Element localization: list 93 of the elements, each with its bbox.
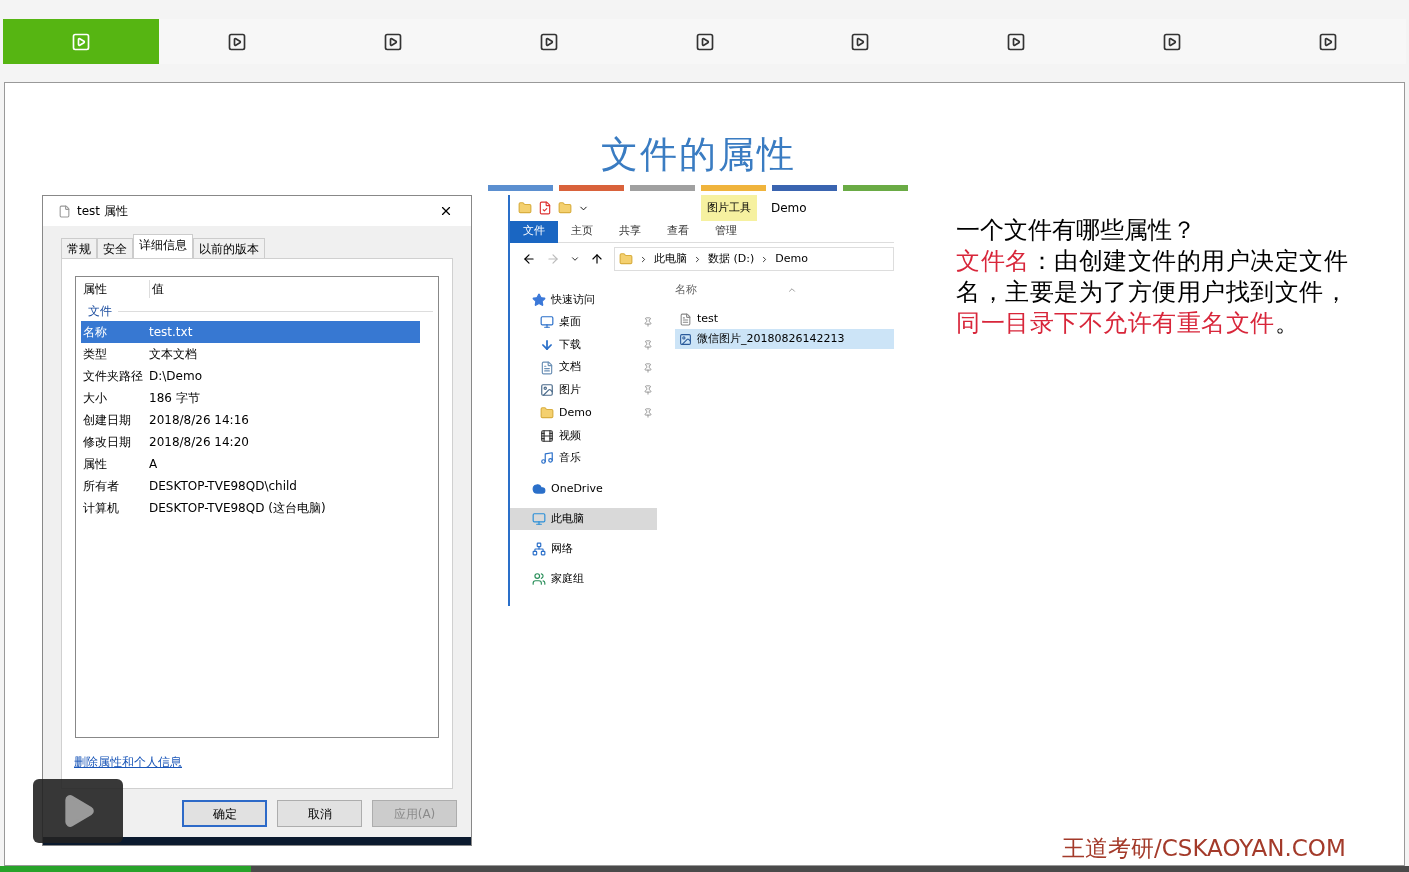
property-row[interactable]: 创建日期 2018/8/26 14:16	[81, 409, 420, 431]
ribbon-tab[interactable]: 共享	[606, 220, 654, 243]
address-bar[interactable]: 此电脑 数据 (D:) Demo	[614, 247, 894, 271]
breadcrumb-item[interactable]: 此电脑	[654, 250, 687, 268]
nav-item[interactable]: 视频	[510, 424, 657, 448]
nav-item[interactable]: 桌面	[510, 311, 657, 334]
play-icon	[538, 31, 559, 52]
column-header[interactable]: 值	[149, 280, 164, 298]
pin-icon[interactable]	[643, 340, 653, 351]
caret-icon[interactable]	[570, 254, 580, 264]
play-icon	[70, 31, 91, 52]
dialog-tab[interactable]: 详细信息	[133, 234, 193, 258]
group-header: 文件	[88, 303, 112, 320]
image-file-icon	[679, 332, 692, 346]
property-row[interactable]: 属性 A	[81, 453, 420, 475]
ribbon-tab[interactable]: 管理	[702, 220, 750, 243]
breadcrumb-item[interactable]: 数据 (D:)	[708, 250, 755, 268]
play-button[interactable]	[33, 779, 123, 843]
dialog-tab[interactable]: 以前的版本	[193, 238, 265, 258]
folder-icon[interactable]	[518, 201, 532, 215]
monitor-icon	[540, 315, 554, 330]
property-row[interactable]: 文件夹路径 D:\Demo	[81, 365, 420, 387]
progress-track[interactable]	[0, 866, 1409, 872]
star-icon	[532, 293, 546, 307]
nav-item[interactable]: 家庭组	[510, 567, 657, 590]
breadcrumb-item[interactable]: Demo	[775, 250, 808, 268]
nav-item[interactable]: 图片	[510, 379, 657, 402]
chapter-tab[interactable]	[3, 19, 159, 64]
cloud-icon	[532, 481, 546, 496]
file-item[interactable]: 微信图片_20180826142213	[675, 329, 894, 349]
column-header[interactable]: 属性	[81, 280, 149, 298]
music-note-icon	[540, 451, 554, 466]
close-icon	[439, 204, 453, 218]
explanation-text: 文件名：由创建文件的用户决定文件名，主要是为了方便用户找到文件， 同一目录下不允许有重名文件。	[956, 246, 1349, 339]
play-icon	[1006, 31, 1027, 52]
pin-icon[interactable]	[643, 385, 653, 396]
question-text: 一个文件有哪些属性？	[956, 215, 1197, 246]
nav-item[interactable]: 音乐	[510, 447, 657, 470]
pin-icon[interactable]	[643, 317, 653, 328]
tool-tab-label[interactable]: 图片工具	[701, 195, 757, 221]
pin-icon[interactable]	[643, 408, 653, 419]
folder-icon[interactable]	[558, 201, 572, 215]
nav-item[interactable]: 下载	[510, 333, 657, 357]
play-icon	[382, 31, 403, 52]
remove-properties-link[interactable]: 删除属性和个人信息	[74, 753, 182, 771]
back-icon[interactable]	[522, 252, 536, 266]
play-icon	[850, 31, 871, 52]
dialog-button[interactable]: 确定	[182, 800, 267, 827]
property-row[interactable]: 类型 文本文档	[81, 343, 420, 365]
property-row[interactable]: 修改日期 2018/8/26 14:20	[81, 431, 420, 453]
window-title: Demo	[771, 200, 807, 217]
text-file-icon	[679, 312, 692, 326]
computer-icon	[532, 511, 546, 526]
pin-icon[interactable]	[643, 362, 653, 373]
forward-icon[interactable]	[546, 252, 560, 266]
network-icon	[532, 541, 546, 556]
nav-item[interactable]: 快速访问	[510, 289, 657, 311]
dialog-title: test 属性	[77, 203, 128, 220]
document-icon	[540, 360, 554, 375]
ribbon-tab[interactable]: 文件	[510, 220, 558, 243]
chevron-icon	[693, 254, 702, 264]
up-icon[interactable]	[590, 252, 604, 266]
nav-item[interactable]: 此电脑	[510, 507, 657, 530]
play-icon	[1318, 31, 1339, 52]
checked-file-icon[interactable]	[538, 201, 552, 215]
picture-icon	[540, 383, 554, 398]
file-icon	[58, 204, 71, 218]
people-icon	[532, 571, 546, 586]
nav-item[interactable]: OneDrive	[510, 477, 657, 500]
nav-item[interactable]: 网络	[510, 537, 657, 560]
column-header[interactable]: 名称	[675, 281, 787, 299]
nav-item[interactable]: 文档	[510, 356, 657, 380]
folder-icon	[619, 252, 633, 266]
ribbon-tab[interactable]: 主页	[558, 220, 606, 243]
dialog-tab[interactable]: 安全	[97, 238, 133, 258]
footer-text: 王道考研/CSKAOYAN.COM	[1062, 833, 1347, 863]
property-row[interactable]: 名称 test.txt	[81, 321, 420, 343]
property-row[interactable]: 所有者 DESKTOP-TVE98QD\child	[81, 475, 420, 497]
property-row[interactable]: 计算机 DESKTOP-TVE98QD (这台电脑)	[81, 497, 420, 519]
ribbon-tab[interactable]: 查看	[654, 220, 702, 243]
dialog-tab[interactable]: 常规	[61, 238, 97, 258]
property-row[interactable]: 大小 186 字节	[81, 387, 420, 409]
chevron-icon	[639, 254, 648, 264]
dialog-button[interactable]: 取消	[277, 800, 362, 827]
play-icon	[1162, 31, 1183, 52]
folder-icon	[540, 406, 554, 421]
film-icon	[540, 428, 554, 443]
slide-title: 文件的属性	[600, 133, 796, 178]
play-icon	[226, 31, 247, 52]
file-item[interactable]: test	[675, 309, 894, 329]
sort-caret-icon[interactable]	[787, 285, 797, 295]
nav-item[interactable]: Demo	[510, 401, 657, 425]
play-icon	[694, 31, 715, 52]
